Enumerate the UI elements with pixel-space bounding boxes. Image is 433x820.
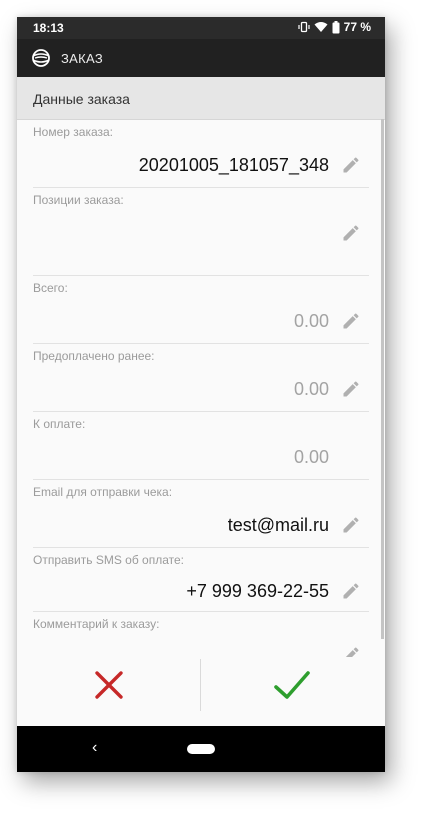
pencil-icon[interactable] <box>341 581 361 601</box>
app-title: ЗАКАЗ <box>61 51 103 66</box>
home-pill[interactable] <box>187 744 215 754</box>
scrollbar[interactable] <box>381 119 384 639</box>
phone-screen: 18:13 77 % ЗАКАЗ Данные заказа Номер зак… <box>17 17 385 772</box>
field-value: 0.00 <box>293 311 329 331</box>
field-order-number[interactable]: Номер заказа: 20201005_181057_348 <box>33 119 369 188</box>
pencil-icon[interactable] <box>341 311 361 331</box>
pencil-icon[interactable] <box>341 515 361 535</box>
back-icon[interactable]: ‹ <box>92 739 97 757</box>
system-nav-bar: ‹ <box>17 726 385 772</box>
field-label: Отправить SMS об оплате: <box>33 553 185 567</box>
wifi-icon <box>314 22 328 32</box>
field-label: Email для отправки чека: <box>33 485 173 499</box>
check-icon[interactable] <box>272 667 312 703</box>
field-label: Предоплачено ранее: <box>33 349 155 363</box>
field-label: К оплате: <box>33 417 86 431</box>
globe-logo-icon <box>32 49 50 67</box>
field-prepaid[interactable]: Предоплачено ранее: 0.00 <box>33 343 369 412</box>
app-bar: ЗАКАЗ <box>17 39 385 77</box>
close-icon[interactable] <box>91 667 127 703</box>
pencil-icon[interactable] <box>341 379 361 399</box>
pencil-icon[interactable] <box>341 223 361 243</box>
field-label: Комментарий к заказу: <box>33 617 160 631</box>
section-header: Данные заказа <box>17 77 385 120</box>
field-order-items[interactable]: Позиции заказа: <box>33 187 369 276</box>
status-icons: 77 % <box>298 20 371 34</box>
section-title: Данные заказа <box>33 91 130 107</box>
field-value: +7 999 369-22-55 <box>186 581 329 601</box>
field-value: test@mail.ru <box>227 515 329 535</box>
field-total[interactable]: Всего: 0.00 <box>33 275 369 344</box>
field-label: Номер заказа: <box>33 125 114 139</box>
field-value: 20201005_181057_348 <box>138 155 329 175</box>
field-value: 0.00 <box>293 447 329 467</box>
vibrate-icon <box>298 21 310 33</box>
battery-icon <box>332 20 340 33</box>
status-bar: 18:13 77 % <box>17 17 385 39</box>
bottom-actions <box>17 657 385 727</box>
pencil-icon[interactable] <box>341 155 361 175</box>
field-email[interactable]: Email для отправки чека: test@mail.ru <box>33 479 369 548</box>
field-to-pay: К оплате: 0.00 <box>33 411 369 480</box>
field-value: 0.00 <box>293 379 329 399</box>
field-sms[interactable]: Отправить SMS об оплате: +7 999 369-22-5… <box>33 547 369 612</box>
field-label: Всего: <box>33 281 68 295</box>
battery-percent: 77 % <box>343 20 371 34</box>
field-label: Позиции заказа: <box>33 193 124 207</box>
status-time: 18:13 <box>33 21 64 35</box>
actions-divider <box>200 659 201 711</box>
